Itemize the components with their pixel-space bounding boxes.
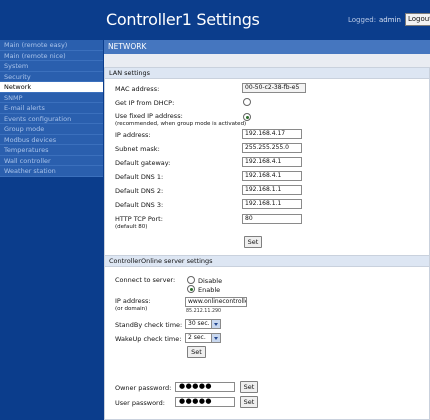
logout-button[interactable]: Logout <box>405 13 430 26</box>
main-content: NETWORK LAN settings MAC address: 00-50-… <box>104 40 430 420</box>
sidebar-item-wall-controller[interactable]: Wall controller <box>0 155 103 166</box>
gateway-field[interactable]: 192.168.4.1 <box>242 157 302 167</box>
server-ip-label: IP address: (or domain) <box>115 297 151 312</box>
server-settings-panel: ControllerOnline server settings Connect… <box>104 255 430 420</box>
sidebar-item-main-remote-easy[interactable]: Main (remote easy) <box>0 40 103 51</box>
server-panel-title: ControllerOnline server settings <box>105 256 429 267</box>
logged-label: Logged: <box>348 16 377 24</box>
standby-select[interactable]: 30 sec. <box>185 319 221 329</box>
user-password-set-button[interactable]: Set <box>240 396 258 408</box>
mac-field: 00-50-c2-38-fb-e5 <box>242 83 306 93</box>
disable-label: Disable <box>198 277 223 285</box>
http-port-label-text: HTTP TCP Port: <box>115 215 163 223</box>
fixed-ip-radio[interactable] <box>243 113 251 121</box>
lan-set-button[interactable]: Set <box>244 236 262 248</box>
fixed-ip-label-text: Use fixed IP address: <box>115 112 183 120</box>
http-port-sublabel: (default 80) <box>115 224 148 230</box>
dns1-field[interactable]: 192.168.4.1 <box>242 171 302 181</box>
lan-panel-title: LAN settings <box>105 68 429 79</box>
enable-label: Enable <box>198 286 221 294</box>
sidebar-item-weather-station[interactable]: Weather station <box>0 166 103 177</box>
http-port-field[interactable]: 80 <box>242 214 302 224</box>
sidebar-item-email-alerts[interactable]: E-mail alerts <box>0 103 103 114</box>
dhcp-radio[interactable] <box>243 98 251 106</box>
sidebar-item-security[interactable]: Security <box>0 71 103 82</box>
subnet-mask-label: Subnet mask: <box>115 145 160 153</box>
owner-password-field[interactable]: ●●●●● <box>175 382 235 392</box>
owner-password-label: Owner password: <box>115 384 172 392</box>
fixed-ip-sublabel: (recommended, when group mode is activat… <box>115 121 247 127</box>
sidebar-item-group-mode[interactable]: Group mode <box>0 124 103 135</box>
connect-label: Connect to server: <box>115 276 176 284</box>
logged-user: admin <box>379 16 401 24</box>
sidebar-item-network[interactable]: Network <box>0 82 103 93</box>
dns3-field[interactable]: 192.168.1.1 <box>242 199 302 209</box>
lan-settings-panel: LAN settings MAC address: 00-50-c2-38-fb… <box>104 67 430 285</box>
dns2-field[interactable]: 192.168.1.1 <box>242 185 302 195</box>
standby-value: 30 sec. <box>188 320 210 327</box>
wakeup-select[interactable]: 2 sec. <box>185 333 221 343</box>
dns2-label: Default DNS 2: <box>115 187 164 195</box>
app-header: Controller1 Settings Logged: admin Logou… <box>0 0 430 40</box>
server-ip-resolved: 85.212.11.290 <box>186 309 222 314</box>
dns1-label: Default DNS 1: <box>115 173 164 181</box>
sidebar-item-snmp[interactable]: SNMP <box>0 92 103 103</box>
http-port-label: HTTP TCP Port: (default 80) <box>115 215 163 230</box>
section-title: NETWORK <box>104 40 430 54</box>
server-ip-label-text: IP address: <box>115 297 151 305</box>
sidebar-item-events-configuration[interactable]: Events configuration <box>0 113 103 124</box>
chevron-down-icon <box>211 334 220 342</box>
sidebar-item-temperatures[interactable]: Temperatures <box>0 145 103 156</box>
server-ip-field[interactable]: www.onlinecontrolle <box>185 297 247 307</box>
server-set-button[interactable]: Set <box>187 346 206 358</box>
sidebar-item-main-remote-nice[interactable]: Main (remote nice) <box>0 50 103 61</box>
server-ip-sublabel: (or domain) <box>115 306 148 312</box>
sidebar-item-modbus-devices[interactable]: Modbus devices <box>0 134 103 145</box>
user-password-label: User password: <box>115 399 165 407</box>
enable-radio[interactable] <box>187 285 195 293</box>
mac-label: MAC address: <box>115 85 160 93</box>
chevron-down-icon <box>211 320 220 328</box>
fixed-ip-label: Use fixed IP address: (recommended, when… <box>115 112 246 127</box>
wakeup-value: 2 sec. <box>188 334 206 341</box>
standby-label: StandBy check time: <box>115 321 183 329</box>
wakeup-label: WakeUp check time: <box>115 335 182 343</box>
user-password-field[interactable]: ●●●●● <box>175 397 235 407</box>
sidebar: Main (remote easy) Main (remote nice) Sy… <box>0 40 103 177</box>
sidebar-item-system[interactable]: System <box>0 61 103 72</box>
gateway-label: Default gateway: <box>115 159 171 167</box>
subnet-mask-field[interactable]: 255.255.255.0 <box>242 143 302 153</box>
page-title: Controller1 Settings <box>106 10 260 29</box>
ip-address-field[interactable]: 192.168.4.17 <box>242 129 302 139</box>
disable-radio[interactable] <box>187 276 195 284</box>
owner-password-set-button[interactable]: Set <box>240 381 258 393</box>
dhcp-label: Get IP from DHCP: <box>115 99 175 107</box>
dns3-label: Default DNS 3: <box>115 201 164 209</box>
ip-label: IP address: <box>115 131 151 139</box>
